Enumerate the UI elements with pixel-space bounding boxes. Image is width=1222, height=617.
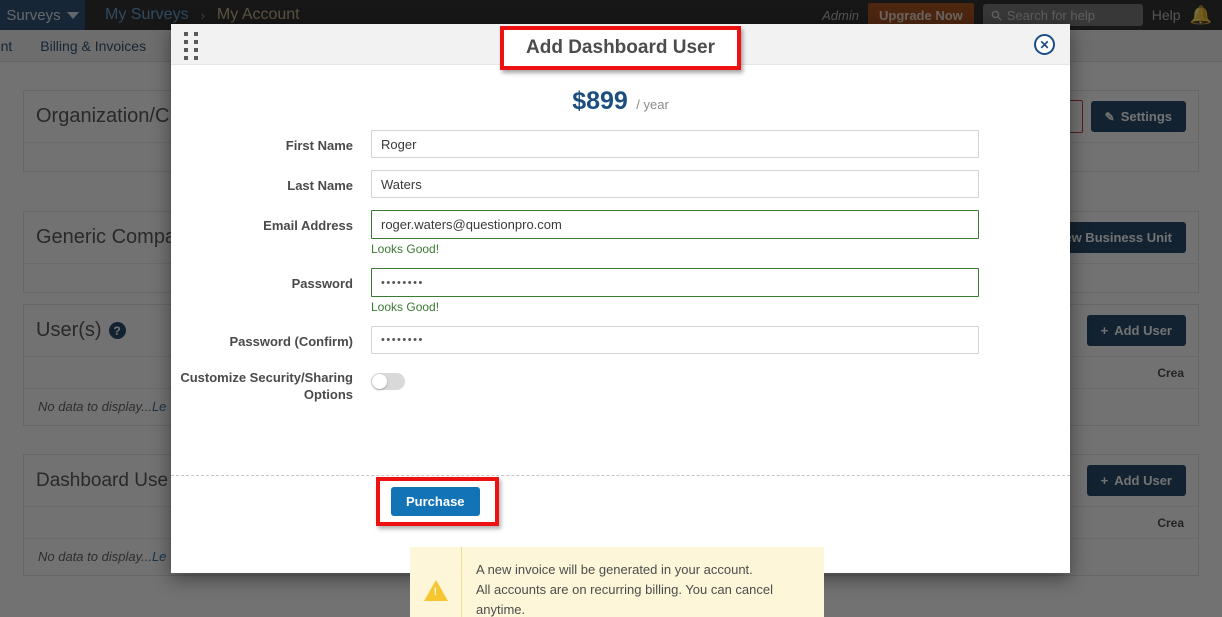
price-period: / year: [636, 97, 669, 112]
last-name-field-col: Waters: [371, 170, 979, 198]
page-title: Add Dashboard User: [526, 37, 715, 58]
price-row: $899 / year: [171, 65, 1070, 130]
first-name-input[interactable]: Roger: [371, 130, 979, 158]
password-confirm-field[interactable]: ••••••••: [371, 326, 979, 354]
customize-security-label: Customize Security/Sharing Options: [180, 370, 353, 402]
password-field[interactable]: ••••••••: [371, 268, 979, 297]
purchase-button-highlight: Purchase: [376, 477, 499, 526]
customize-security-toggle[interactable]: [371, 373, 405, 390]
form-row-first-name: First Name Roger: [171, 130, 1070, 158]
form-row-customize-security: Customize Security/Sharing Options: [171, 368, 1070, 404]
password-field-col: •••••••• Looks Good!: [371, 268, 979, 314]
first-name-field-col: Roger: [371, 130, 979, 158]
billing-notice: A new invoice will be generated in your …: [410, 547, 824, 617]
last-name-input[interactable]: Waters: [371, 170, 979, 198]
modal-body: $899 / year First Name Roger Last Name W…: [171, 65, 1070, 617]
email-field-col: roger.waters@questionpro.com Looks Good!: [371, 210, 979, 256]
form-row-password-confirm: Password (Confirm) ••••••••: [171, 326, 1070, 354]
form-row-last-name: Last Name Waters: [171, 170, 1070, 198]
notice-line-2: All accounts are on recurring billing. Y…: [476, 582, 774, 617]
drag-dots-icon[interactable]: [184, 32, 199, 61]
form-row-password: Password •••••••• Looks Good!: [171, 268, 1070, 314]
warning-triangle-icon: [423, 579, 448, 601]
notice-line-1: A new invoice will be generated in your …: [476, 562, 753, 577]
customize-security-toggle-col: [371, 368, 979, 390]
modal-title-highlight: Add Dashboard User: [171, 23, 1070, 70]
modal-title-box: Add Dashboard User: [500, 26, 741, 70]
password-validation-hint: Looks Good!: [371, 300, 440, 314]
modal-divider: [171, 475, 1070, 476]
purchase-button[interactable]: Purchase: [391, 487, 480, 516]
email-validation-hint: Looks Good!: [371, 242, 440, 256]
form-row-email: Email Address roger.waters@questionpro.c…: [171, 210, 1070, 256]
add-dashboard-user-modal: Add Dashboard User ✕ $899 / year First N…: [171, 24, 1070, 617]
notice-text: A new invoice will be generated in your …: [462, 547, 824, 617]
modal-header: Add Dashboard User ✕: [171, 24, 1070, 70]
email-field[interactable]: roger.waters@questionpro.com: [371, 210, 979, 239]
password-confirm-field-col: ••••••••: [371, 326, 979, 354]
password-label: Password: [291, 276, 353, 291]
close-icon[interactable]: ✕: [1034, 34, 1055, 55]
screen: Surveys My Surveys › My Account Admin Up…: [0, 0, 1222, 617]
notice-icon-cell: [410, 547, 462, 617]
password-confirm-label: Password (Confirm): [229, 334, 353, 349]
price-amount: $899: [572, 87, 628, 115]
last-name-label: Last Name: [287, 178, 353, 193]
first-name-label: First Name: [285, 138, 353, 153]
toggle-knob: [372, 374, 387, 389]
email-label: Email Address: [263, 218, 353, 233]
